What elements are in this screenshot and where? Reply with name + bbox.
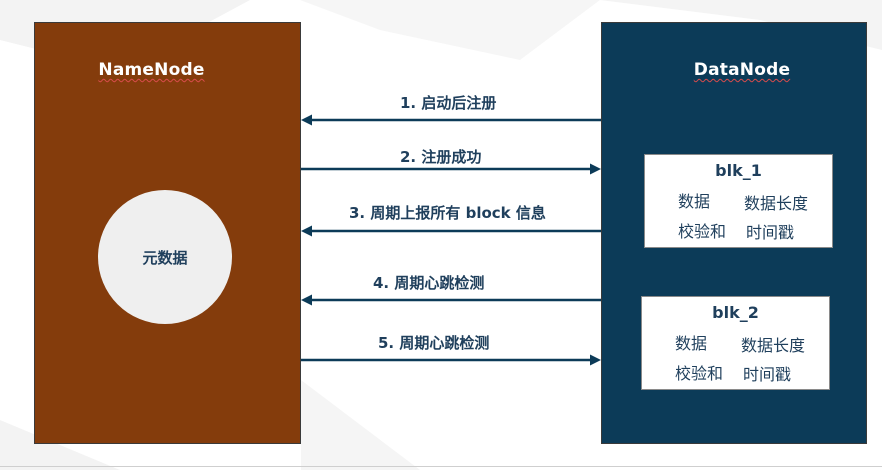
block-card-blk2: blk_2 数据 数据长度 校验和 时间戳 — [641, 296, 830, 390]
namenode-panel: NameNode 元数据 — [34, 22, 301, 444]
block-name: blk_1 — [715, 161, 762, 180]
block-field-data: 数据 — [675, 334, 708, 353]
message-label-5: 5. 周期心跳检测 — [378, 334, 490, 352]
message-label-3: 3. 周期上报所有 block 信息 — [349, 204, 546, 222]
block-field-length: 数据长度 — [741, 336, 806, 355]
block-name: blk_2 — [712, 303, 759, 322]
block-field-checksum: 校验和 — [675, 364, 724, 383]
namenode-title: NameNode — [98, 60, 205, 80]
arrow-left-1 — [301, 114, 601, 126]
message-label-1: 1. 启动后注册 — [400, 94, 497, 112]
arrow-left-3 — [301, 225, 601, 237]
metadata-circle: 元数据 — [98, 190, 232, 324]
arrow-right-5 — [301, 354, 601, 366]
metadata-label: 元数据 — [142, 248, 188, 267]
bottom-divider — [0, 466, 882, 467]
message-label-4: 4. 周期心跳检测 — [373, 274, 485, 292]
datanode-title: DataNode — [693, 60, 791, 80]
block-field-timestamp: 时间戳 — [746, 223, 795, 242]
block-field-data: 数据 — [678, 192, 711, 211]
arrow-right-2 — [301, 163, 601, 175]
block-field-length: 数据长度 — [744, 194, 809, 213]
block-field-checksum: 校验和 — [678, 222, 727, 241]
arrow-left-4 — [301, 294, 601, 306]
block-field-timestamp: 时间戳 — [743, 365, 792, 384]
datanode-panel: DataNode blk_1 数据 数据长度 校验和 时间戳 blk_2 数据 … — [601, 22, 867, 444]
block-card-blk1: blk_1 数据 数据长度 校验和 时间戳 — [644, 154, 833, 248]
